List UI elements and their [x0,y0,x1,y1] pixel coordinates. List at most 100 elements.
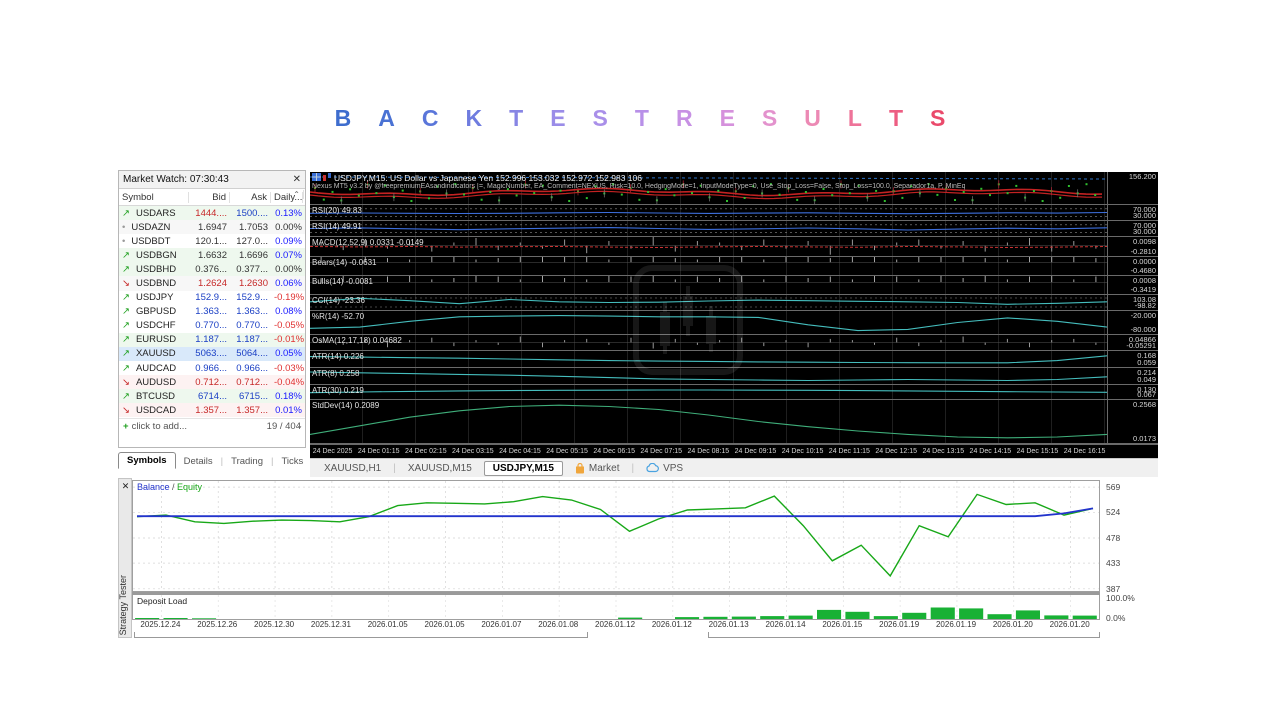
daily-change: -0.04% [271,377,305,388]
date-tick: 2026.01.20 [1041,620,1098,632]
close-icon[interactable]: ✕ [120,480,131,492]
market-watch-row[interactable]: ↗BTCUSD 6714... 6715... 0.18% [119,389,305,403]
date-tick: 2025.12.31 [302,620,359,632]
symbol-label: USDAZN [128,222,173,233]
daily-change: -0.03% [271,363,305,374]
tab-symbols[interactable]: Symbols [118,452,176,469]
ask-value: 1.6696 [230,250,271,261]
tab-ticks[interactable]: Ticks [273,454,311,469]
daily-change: 0.06% [271,278,305,289]
chart-area[interactable]: USDJPY,M15: US Dollar vs Japanese Yen 15… [310,172,1158,458]
page-title: BACKTESTRESULTS [0,105,1280,132]
column-bid[interactable]: Bid [189,192,230,203]
market-watch-row[interactable]: •USDBDT 120.1... 127.0... 0.09% [119,234,305,248]
market-watch-row[interactable]: ↘USDBND 1.2624 1.2630 0.06% [119,276,305,290]
tab-details[interactable]: Details [176,454,221,469]
price-axis: 156.200 [1107,172,1158,204]
balance-equity-chart[interactable]: Balance / Equity [132,480,1100,592]
market-watch-row[interactable]: ↗XAUUSD 5063.... 5064.... 0.05% [119,347,305,361]
market-watch-row[interactable]: ↗USDARS 1444.... 1500.... 0.13% [119,206,305,220]
market-watch-rows: ↗USDARS 1444.... 1500.... 0.13% •USDAZN … [119,206,305,418]
time-tick: 24 Dec 14:15 [967,448,1014,455]
chart-tab-market[interactable]: Market [567,462,628,475]
market-watch-row[interactable]: ↘AUDUSD 0.712... 0.712... -0.04% [119,375,305,389]
indicator-label: CCI(14) -23.36 [312,296,365,305]
column-ask[interactable]: Ask [230,192,271,203]
click-to-add[interactable]: +click to add... [123,421,187,432]
indicator-window-11[interactable]: StdDev(14) 0.20890.25680.0173 [310,400,1158,444]
axis-low-value: 30.000 [1133,211,1156,220]
symbol-label: USDARS [133,208,179,219]
close-icon[interactable]: ✕ [293,174,301,185]
bid-value: 0.966... [189,363,230,374]
tab-separator: | [631,463,634,474]
time-tick: 24 Dec 03:15 [449,448,496,455]
market-watch-row[interactable]: ↗GBPUSD 1.363... 1.363... 0.08% [119,305,305,319]
date-tick: 2026.01.12 [643,620,700,632]
market-watch-row[interactable]: ↗USDBGN 1.6632 1.6696 0.07% [119,248,305,262]
chart-tab-xauusd-h1[interactable]: XAUUSD,H1 [316,462,389,475]
deposit-axis-top: 100.0% [1106,593,1135,603]
axis-low-value: -98.82 [1135,301,1156,310]
market-watch-row[interactable]: ↗USDJPY 152.9... 152.9... -0.19% [119,291,305,305]
axis-low-value: 0.059 [1137,358,1156,367]
title-letter: T [509,105,523,132]
indicator-window-2[interactable]: MACD(12,52,9) 0.0331 -0.01490.0098-0.281… [310,237,1158,257]
time-tick: 24 Dec 11:15 [826,448,873,455]
ask-value: 1.187... [230,334,271,345]
indicator-axis: 0.1300.067 [1107,385,1158,399]
strategy-tester-panel: ✕ Strategy Tester Balance / Equity Depos… [118,478,1158,638]
market-watch-row[interactable]: •USDAZN 1.6947 1.7053 0.00% [119,220,305,234]
price-window[interactable]: USDJPY,M15: US Dollar vs Japanese Yen 15… [310,172,1158,205]
chart-title: USDJPY,M15: US Dollar vs Japanese Yen 15… [334,173,642,183]
time-tick: 24 Dec 02:15 [402,448,449,455]
indicator-label: ATR(8) 0.258 [312,369,359,378]
direction-icon: ↗ [122,292,130,303]
chart-tab-usdjpy-m15[interactable]: USDJPY,M15 [484,461,563,476]
scroll-up-icon[interactable]: ⌃ [290,190,304,199]
date-tick: 2025.12.30 [246,620,303,632]
indicator-label: RSI(20) 49.83 [312,206,362,215]
time-tick: 24 Dec 09:15 [732,448,779,455]
deposit-load-chart[interactable]: Deposit Load [132,595,1100,620]
daily-change: 0.01% [271,405,305,416]
symbol-label: USDBHD [133,264,179,275]
daily-change: -0.01% [271,334,305,345]
chart-type-icon [323,173,332,181]
daily-change: 0.09% [271,236,305,247]
market-watch-row[interactable]: ↗USDCHF 0.770... 0.770... -0.05% [119,319,305,333]
scroll-down-icon[interactable]: ⌄ [296,421,303,430]
market-watch-row[interactable]: ↗AUDCAD 0.966... 0.966... -0.03% [119,361,305,375]
column-symbol[interactable]: Symbol [119,192,189,203]
title-letter: E [550,105,565,132]
indicator-window-1[interactable]: RSI(14) 49.9170.00030.000 [310,221,1158,237]
ask-value: 127.0... [230,236,271,247]
tab-trading[interactable]: Trading [223,454,271,469]
screenshot-root: { "title": { "letters": ["B","A","C","K"… [0,0,1280,720]
market-watch-title: Market Watch: 07:30:43 [123,174,229,185]
chart-tab-xauusd-m15[interactable]: XAUUSD,M15 [400,462,480,475]
market-watch-row[interactable]: ↗EURUSD 1.187... 1.187... -0.01% [119,333,305,347]
indicator-label: ATR(30) 0.219 [312,386,364,395]
indicator-window-10[interactable]: ATR(30) 0.219 0.1300.067 [310,385,1158,400]
time-tick: 24 Dec 06:15 [591,448,638,455]
chart-tab-vps[interactable]: VPS [638,462,691,475]
direction-icon: ↗ [122,391,130,402]
indicator-label: MACD(12,52,9) 0.0331 -0.0149 [312,238,424,247]
symbol-label: XAUUSD [133,348,179,359]
daily-change: -0.19% [271,292,305,303]
balance-axis-tick: 433 [1106,558,1120,568]
ask-value: 0.377... [230,264,271,275]
indicator-window-0[interactable]: RSI(20) 49.8370.00030.000 [310,205,1158,221]
daily-change: -0.05% [271,320,305,331]
ask-value: 5064.... [230,348,271,359]
daily-change: 0.05% [271,348,305,359]
market-watch-row[interactable]: ↘USDCAD 1.357... 1.357... 0.01% [119,403,305,417]
daily-change: 0.00% [271,264,305,275]
time-tick: 24 Dec 05:15 [544,448,591,455]
time-tick: 24 Dec 16:15 [1061,448,1108,455]
ask-value: 1.2630 [230,278,271,289]
time-tick: 24 Dec 13:15 [920,448,967,455]
date-tick: 2025.12.24 [132,620,189,632]
market-watch-row[interactable]: ↗USDBHD 0.376... 0.377... 0.00% [119,262,305,276]
